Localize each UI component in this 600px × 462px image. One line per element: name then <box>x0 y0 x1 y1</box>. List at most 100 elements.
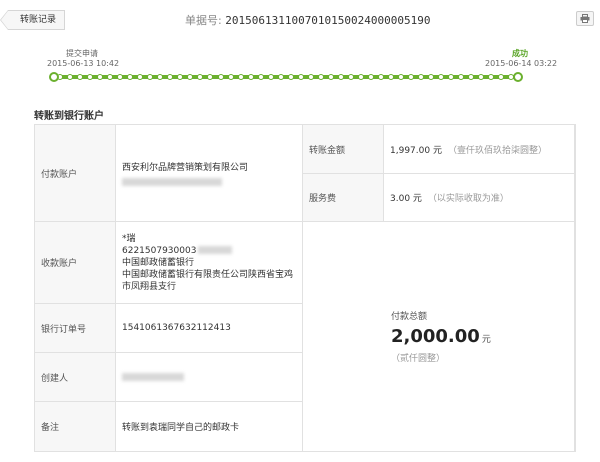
progress-dot <box>287 74 294 80</box>
progress-dot <box>277 74 284 80</box>
fee-label: 服务费 <box>309 194 337 204</box>
progress-dot <box>327 74 334 80</box>
progress-end-node <box>513 72 523 82</box>
payee-account: 6221507930003 <box>122 245 197 256</box>
amount-chinese: （壹仟玖佰玖拾柒圆整） <box>447 145 547 156</box>
creator-value-cell <box>116 353 303 402</box>
total-chinese: （贰仟圆整） <box>391 354 446 364</box>
fee-note: （以实际收取为准） <box>427 194 509 204</box>
print-button[interactable] <box>576 11 594 26</box>
remark-label: 备注 <box>41 423 60 433</box>
progress-dot <box>247 74 254 80</box>
order-label: 银行订单号 <box>41 324 87 335</box>
progress-dot <box>347 74 354 80</box>
progress-dot <box>438 74 445 80</box>
progress-dot <box>237 74 244 80</box>
progress-dot <box>378 74 384 80</box>
progress-dot <box>337 74 344 80</box>
progress-dot <box>357 74 364 80</box>
back-to-transfer-records-button[interactable]: 转账记录 <box>0 10 65 30</box>
document-number-value: 2015061311007010150024000005190 <box>225 14 431 27</box>
payer-value-cell: 西安利尔品牌营销策划有限公司 <box>116 125 303 222</box>
progress-dot <box>488 74 495 80</box>
order-value-cell: 1541061367632112413 <box>116 304 303 353</box>
printer-icon <box>580 14 590 23</box>
progress-dot <box>157 74 164 80</box>
remark-label-cell: 备注 <box>35 402 116 451</box>
payee-bank: 中国邮政储蓄银行 <box>122 257 195 268</box>
progress-dot <box>468 74 475 80</box>
progress-dot <box>257 74 264 80</box>
step-success-time: 2015-06-14 03:22 <box>485 59 558 68</box>
progress-dot <box>398 74 405 80</box>
creator-redacted <box>122 373 184 381</box>
amount-value-cell: 1,997.00 元 （壹仟玖佰玖拾柒圆整） <box>384 125 575 174</box>
step-submitted-time: 2015-06-13 10:42 <box>47 59 120 68</box>
progress-dot <box>207 74 214 80</box>
fee-label-cell: 服务费 <box>303 174 384 222</box>
payer-account-redacted <box>122 178 222 186</box>
progress-dot <box>147 74 154 80</box>
progress-dot <box>297 74 304 80</box>
payee-name: *瑞 <box>122 233 136 244</box>
progress-dot <box>418 74 425 80</box>
progress-bar <box>49 72 523 82</box>
creator-label: 创建人 <box>41 373 69 384</box>
section-title: 转账到银行账户 <box>34 111 104 122</box>
progress-dot <box>197 74 204 80</box>
payer-label-cell: 付款账户 <box>35 125 116 222</box>
amount-label-cell: 转账金额 <box>303 125 384 174</box>
step-submitted-label: 提交申请 <box>66 49 98 58</box>
progress-dot <box>388 74 395 80</box>
progress-dot <box>187 74 194 80</box>
document-number-label: 单据号: <box>185 14 222 27</box>
payee-account-redacted <box>198 246 233 254</box>
progress-dot <box>217 74 224 80</box>
payee-value-cell: *瑞 6221507930003 中国邮政储蓄银行 中国邮政储蓄银行有限责任公司… <box>116 222 303 304</box>
total-amount: 2,000.00 元 <box>391 326 491 347</box>
payee-account-row: 6221507930003 <box>122 245 233 257</box>
payee-label: 收款账户 <box>41 259 78 269</box>
progress-dot <box>428 74 435 80</box>
payer-name: 西安利尔品牌营销策划有限公司 <box>122 163 249 173</box>
fee-value-cell: 3.00 元 （以实际收取为准） <box>384 174 575 222</box>
order-value: 1541061367632112413 <box>122 323 231 333</box>
progress-dot <box>117 74 124 80</box>
document-number: 单据号: 2015061311007010150024000005190 <box>185 12 431 28</box>
progress-dot <box>137 74 144 80</box>
payee-label-cell: 收款账户 <box>35 222 116 304</box>
progress-dot <box>97 74 104 80</box>
step-success-label: 成功 <box>512 49 528 58</box>
transfer-details-table: 付款账户 西安利尔品牌营销策划有限公司 转账金额 1,997.00 元 （壹仟玖… <box>34 124 576 452</box>
creator-label-cell: 创建人 <box>35 353 116 402</box>
progress-dot <box>77 74 84 80</box>
progress-dot <box>408 74 415 80</box>
remark-value: 转账到袁瑞同学自己的邮政卡 <box>122 423 240 433</box>
total-unit: 元 <box>481 335 491 345</box>
progress-dot <box>448 74 455 80</box>
order-label-cell: 银行订单号 <box>35 304 116 353</box>
progress-dot <box>478 74 485 80</box>
progress-dot <box>67 74 74 80</box>
progress-dot <box>367 74 374 80</box>
progress-dot <box>167 74 174 80</box>
remark-value-cell: 转账到袁瑞同学自己的邮政卡 <box>116 402 303 451</box>
progress-dot <box>307 74 314 80</box>
progress-dot <box>177 74 184 80</box>
progress-dot <box>267 74 274 80</box>
progress-dot <box>498 74 505 80</box>
total-amount-cell: 付款总额 2,000.00 元 （贰仟圆整） <box>303 222 575 451</box>
back-label: 转账记录 <box>20 15 57 25</box>
amount-value: 1,997.00 元 <box>390 145 442 156</box>
progress-dot <box>317 74 324 80</box>
progress-dot <box>227 74 234 80</box>
fee-value: 3.00 元 <box>390 194 422 204</box>
progress-dot <box>87 74 94 80</box>
payee-branch: 中国邮政储蓄银行有限责任公司陕西省宝鸡市凤翔县支行 <box>122 269 294 292</box>
progress-dot <box>458 74 465 80</box>
total-label: 付款总额 <box>391 312 428 322</box>
payer-label: 付款账户 <box>41 169 78 180</box>
amount-label: 转账金额 <box>309 145 346 156</box>
progress-start-node <box>49 72 59 82</box>
total-value: 2,000.00 <box>391 326 480 347</box>
